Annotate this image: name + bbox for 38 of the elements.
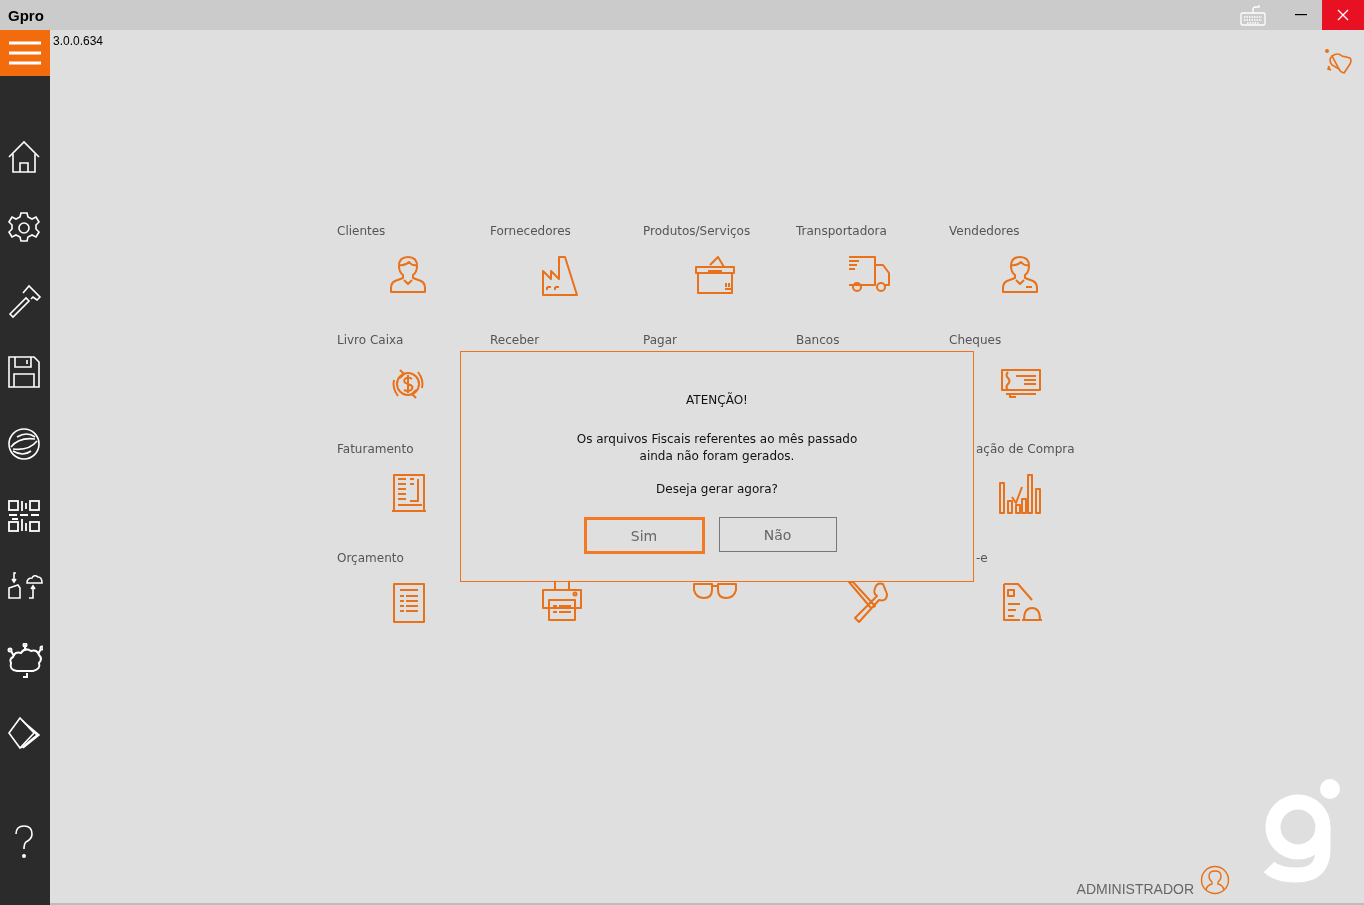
module-label[interactable]: Fornecedores [490,224,571,240]
module-label[interactable]: Cheques [949,333,1002,349]
window-title: Gpro [8,6,44,24]
dialog-question: Deseja gerar agora? [656,482,778,496]
printer-icon[interactable] [539,580,585,624]
bar-chart-icon[interactable] [998,471,1044,515]
hammer-icon[interactable] [7,283,43,319]
module-label[interactable]: Livro Caixa [337,333,404,349]
module-label[interactable]: Pagar [643,333,677,349]
close-button[interactable] [1322,0,1364,30]
module-label[interactable]: Produtos/Serviços [643,224,751,240]
module-label[interactable]: Faturamento [337,442,414,458]
menu-button[interactable] [0,30,50,76]
keyboard-icon[interactable] [1240,4,1266,26]
dialog-button[interactable]: Não [718,517,837,552]
close-icon [1337,9,1349,21]
module-label[interactable]: Orçamento [337,551,404,567]
dialog-button[interactable]: Sim [583,517,705,554]
minimize-icon [1295,14,1307,16]
module-label[interactable]: ação de Compra [976,442,1075,458]
dialog-title: ATENÇÃO! [686,393,748,407]
user-icon[interactable] [1200,865,1230,895]
module-label[interactable]: Receber [490,333,540,349]
module-label[interactable]: Transportadora [796,224,887,240]
module-label[interactable]: Bancos [796,333,840,349]
box-icon[interactable] [692,253,738,297]
module-label[interactable]: Clientes [337,224,386,240]
module-label[interactable]: Vendedores [949,224,1020,240]
cloud-network-icon[interactable] [7,643,43,679]
dialog-message: Os arquivos Fiscais referentes ao mês passado ainda não foram gerados. [576,431,858,465]
menu-icon [8,41,42,65]
book-icon[interactable] [7,715,43,751]
qr-code-icon[interactable] [7,499,43,535]
module-label[interactable]: -e [976,551,988,567]
tools-icon[interactable] [845,580,891,624]
bell-icon[interactable] [1324,48,1354,76]
user-name: ADMINISTRADOR [1076,881,1194,897]
version-label: 3.0.0.634 [53,34,104,48]
